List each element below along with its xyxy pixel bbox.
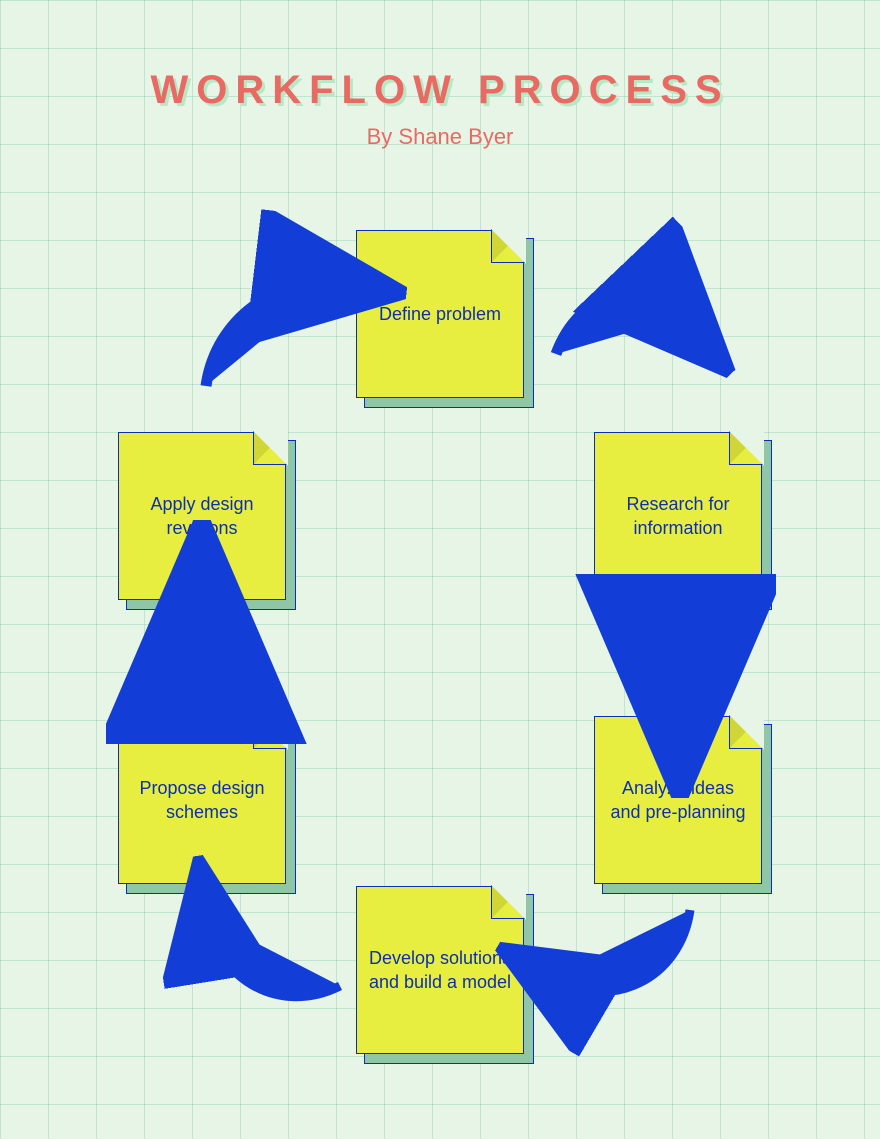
- note-research: Research for information: [594, 432, 762, 600]
- note-apply-revisions: Apply design revisions: [118, 432, 286, 600]
- note-label: Research for information: [605, 492, 751, 541]
- page-title: WORKFLOW PROCESS: [0, 68, 880, 113]
- byline: By Shane Byer: [0, 124, 880, 150]
- arrow-4-to-5: [200, 900, 350, 1030]
- arrow-2-to-3: [660, 612, 700, 708]
- note-propose: Propose design schemes: [118, 716, 286, 884]
- arrow-3-to-4: [540, 900, 700, 1030]
- arrow-5-to-6: [182, 612, 222, 708]
- note-label: Analyze ideas and pre-planning: [605, 776, 751, 825]
- note-develop: Develop solutions and build a model: [356, 886, 524, 1054]
- note-label: Propose design schemes: [129, 776, 275, 825]
- note-define-problem: Define problem: [356, 230, 524, 398]
- note-label: Develop solutions and build a model: [367, 946, 513, 995]
- arrow-6-to-1: [190, 260, 340, 410]
- note-label: Apply design revisions: [129, 492, 275, 541]
- note-analyze: Analyze ideas and pre-planning: [594, 716, 762, 884]
- arrow-1-to-2: [550, 260, 700, 410]
- note-label: Define problem: [379, 302, 501, 326]
